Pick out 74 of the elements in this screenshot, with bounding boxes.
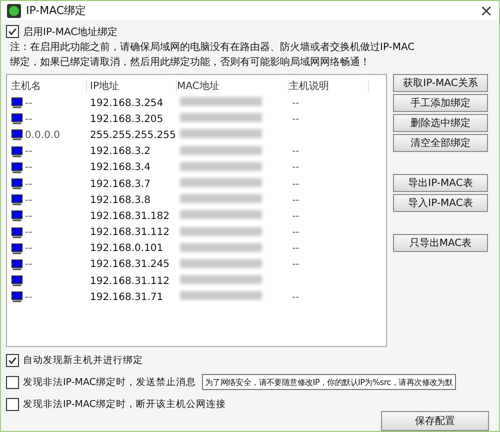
table-cell-text: 192.168.3.8 (89, 194, 152, 206)
checkbox[interactable] (6, 25, 19, 38)
table-cell-text: 192.168.31.71 (89, 292, 164, 303)
column-header[interactable]: IP地址 (87, 79, 177, 93)
table-cell-text: -- (292, 114, 300, 125)
computer-icon (11, 242, 23, 255)
table-cell: -- (25, 178, 32, 190)
computer-icon (11, 178, 23, 190)
checkbox-label: 启用IP-MAC地址绑定 (23, 26, 118, 38)
action-button[interactable]: 清空全部绑定 (393, 134, 488, 152)
table-cell-text: 192.168.3.205 (89, 114, 164, 125)
close-button[interactable]: × (480, 1, 493, 20)
computer-icon (11, 258, 23, 271)
computer-icon (11, 275, 23, 288)
computer-icon (11, 97, 23, 110)
action-button[interactable]: 获取IP-MAC关系 (393, 74, 488, 92)
note-text: 注：在启用此功能之前，请确保局域网的电脑没有在路由器、防火墙或者交换机做过IP-MAC绑定，如果已绑定请取消，然后用此绑定功能，否则有可能影响局域网网络畅通！ (9, 40, 416, 70)
action-button[interactable]: 手工添加绑定 (393, 94, 488, 112)
table-cell: -- (25, 292, 32, 303)
table-cell: 0.0.0.0 (25, 130, 60, 141)
table-cell-text: -- (292, 98, 300, 109)
table-cell-text: -- (292, 178, 300, 190)
table-cell-text: 192.168.3.7 (89, 178, 152, 190)
column-header[interactable]: 主机名 (7, 79, 87, 93)
table-cell: -- (25, 146, 32, 158)
table-cell-text: -- (292, 210, 300, 222)
save-button[interactable]: 保存配置 (381, 411, 489, 431)
table-cell: -- (25, 210, 32, 222)
table-cell-text: -- (292, 259, 300, 270)
computer-icon (11, 129, 23, 142)
computer-icon (11, 162, 23, 174)
computer-icon (11, 210, 23, 222)
table-cell-text: -- (292, 227, 300, 238)
table-cell-text: -- (292, 194, 300, 206)
table-cell: -- (25, 227, 32, 238)
table-cell: -- (25, 259, 32, 270)
table-cell-text: -- (292, 243, 300, 254)
computer-icon (11, 146, 23, 158)
message-field[interactable]: 为了网络安全，请不要随意修改IP，你的默认IP为%src，请再次修改为默 (202, 374, 456, 390)
table-cell: -- (25, 243, 32, 254)
table-cell-text: -- (292, 162, 300, 174)
computer-icon (11, 113, 23, 126)
table-cell-text: 192.168.31.245 (89, 259, 171, 270)
checkbox-label: 发现非法IP-MAC绑定时，发送禁止消息 (23, 376, 196, 388)
column-header[interactable]: MAC地址 (177, 79, 289, 93)
table-cell: -- (25, 162, 32, 174)
app-icon (7, 4, 21, 18)
table-cell-text: 192.168.31.112 (89, 276, 171, 287)
checkbox[interactable] (6, 376, 19, 388)
computer-icon (11, 194, 23, 206)
table-cell-text: 192.168.3.4 (89, 162, 152, 174)
table-cell-text: 192.168.3.254 (89, 98, 164, 109)
table-cell: -- (25, 98, 32, 109)
table-cell: -- (25, 194, 32, 206)
table-cell-text: 192.168.31.182 (89, 210, 171, 222)
computer-icon (11, 291, 23, 304)
table-cell-text: 192.168.31.112 (89, 227, 171, 238)
checkbox[interactable] (6, 398, 19, 410)
checkbox-label: 自动发现新主机并进行绑定 (23, 354, 143, 366)
computer-icon (11, 226, 23, 239)
table-cell-text: 192.168.0.101 (89, 243, 164, 254)
table-cell-text: 192.168.3.2 (89, 146, 152, 158)
checkbox[interactable] (6, 354, 19, 366)
checkbox-label: 发现非法IP-MAC绑定时，断开该主机公网连接 (23, 398, 226, 410)
table-cell-text: -- (292, 292, 300, 303)
action-button[interactable]: 删除选中绑定 (393, 114, 488, 132)
action-button[interactable]: 导出IP-MAC表 (393, 174, 488, 192)
action-button[interactable]: 只导出MAC表 (393, 234, 488, 252)
action-button[interactable]: 导入IP-MAC表 (393, 194, 488, 212)
table-cell-text: 255.255.255.255 (89, 130, 177, 141)
table-cell: -- (25, 114, 32, 125)
table-cell-text: -- (292, 146, 300, 158)
column-header[interactable]: 主机说明 (289, 79, 369, 93)
window-title: IP-MAC绑定 (26, 3, 88, 18)
